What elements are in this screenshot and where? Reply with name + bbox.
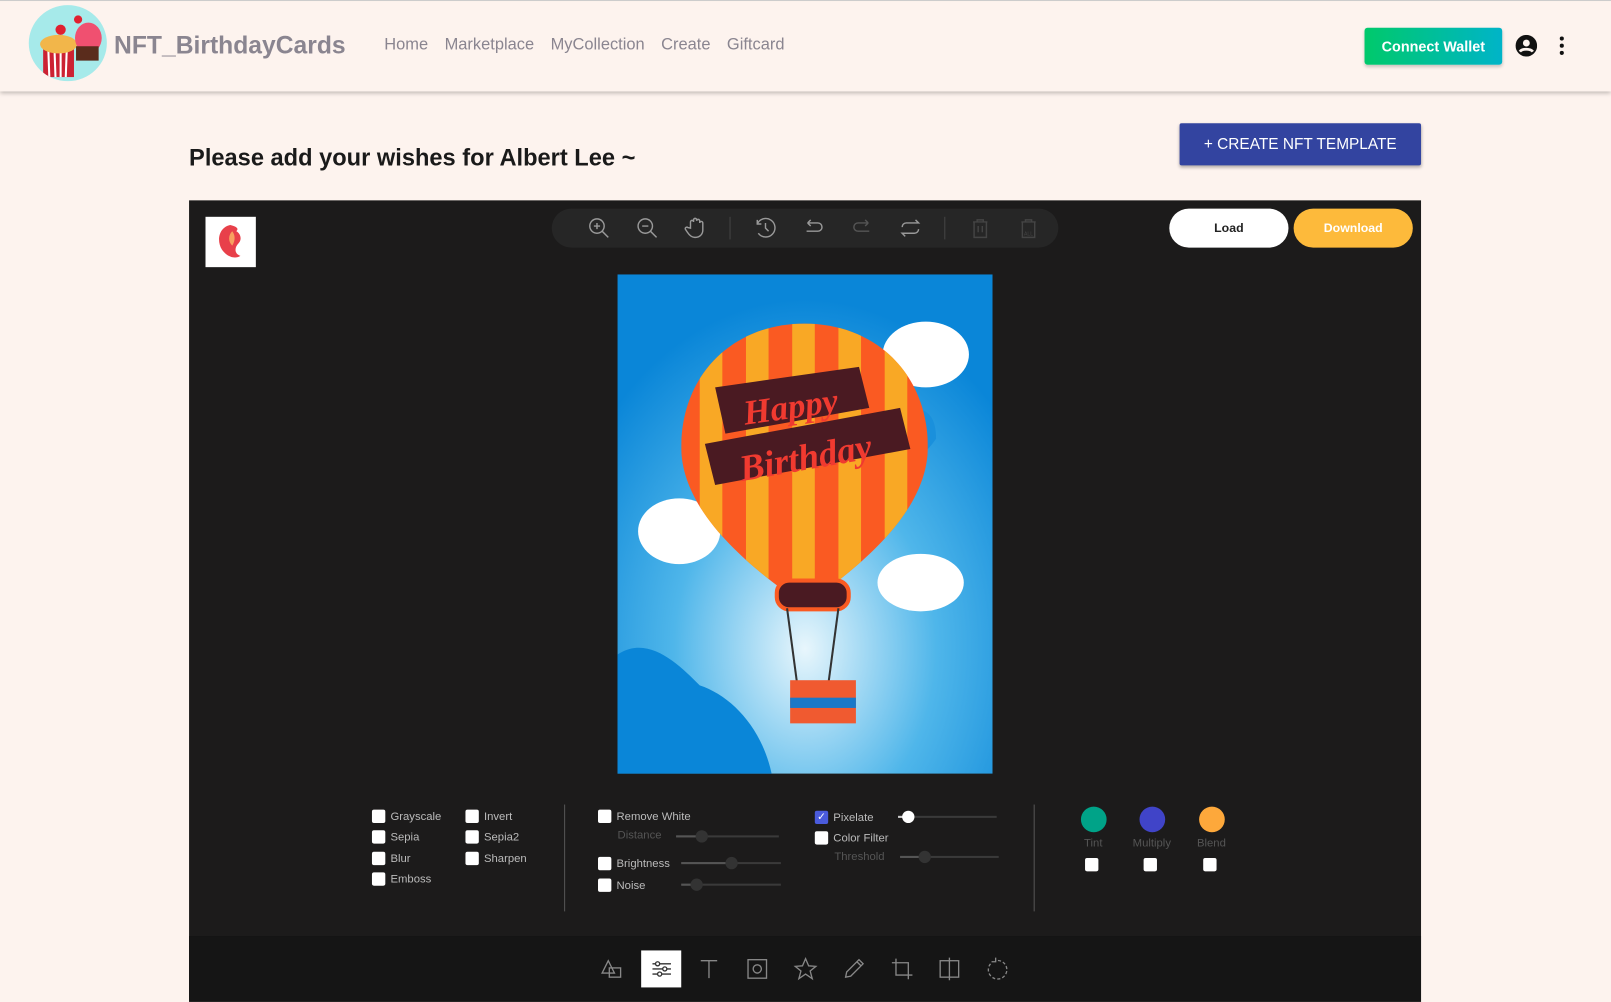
checkbox[interactable] — [598, 878, 612, 892]
delete-all-icon[interactable]: ALL — [1004, 216, 1052, 241]
reset-icon[interactable] — [886, 216, 934, 241]
filter-checkbox-invert[interactable]: Invert — [465, 809, 513, 824]
account-icon[interactable] — [1515, 34, 1538, 57]
divider — [564, 804, 566, 912]
pixelate-checkbox[interactable]: ✓ Pixelate — [814, 810, 874, 825]
birthday-card-image[interactable]: Happy Birthday — [617, 274, 993, 774]
image-editor: ALL Load Download Happy Birthday Graysca… — [189, 200, 1422, 1002]
label: Remove White — [616, 810, 691, 823]
nav-create[interactable]: Create — [661, 36, 710, 54]
multiply-checkbox[interactable] — [1143, 857, 1157, 872]
bottom-toolbar — [189, 936, 1422, 1002]
blend-checkbox[interactable] — [1203, 857, 1217, 872]
label: Pixelate — [833, 811, 874, 824]
load-button[interactable]: Load — [1169, 208, 1289, 248]
distance-slider[interactable] — [676, 830, 779, 843]
distance-label: Distance — [617, 829, 662, 842]
label: Blur — [390, 852, 411, 865]
editor-toolbar: ALL — [551, 208, 1059, 248]
toolbar-divider — [729, 216, 731, 240]
label: Invert — [483, 810, 513, 823]
multiply-label: Multiply — [1132, 837, 1171, 850]
divider — [1033, 804, 1035, 912]
filter-icon[interactable] — [641, 950, 682, 988]
label: Color Filter — [833, 831, 889, 845]
main-nav: Home Marketplace MyCollection Create Gif… — [384, 36, 784, 54]
filter-checkbox-grayscale[interactable]: Grayscale — [371, 809, 442, 824]
history-icon[interactable] — [741, 216, 789, 241]
flip-icon[interactable] — [929, 950, 969, 987]
filter-checkbox-emboss[interactable]: Emboss — [371, 872, 432, 886]
threshold-label: Threshold — [834, 850, 885, 864]
download-button[interactable]: Download — [1293, 208, 1413, 248]
brightness-checkbox[interactable]: Brightness — [598, 856, 670, 871]
filter-checkbox-sharpen[interactable]: Sharpen — [465, 851, 527, 866]
label: Sepia — [390, 830, 420, 844]
text-icon[interactable] — [688, 950, 728, 987]
tint-label: Tint — [1084, 837, 1103, 850]
more-vert-icon[interactable] — [1554, 35, 1570, 57]
blend-color-swatch[interactable] — [1199, 806, 1225, 833]
undo-icon[interactable] — [789, 216, 837, 241]
checkbox[interactable] — [371, 872, 386, 886]
checkbox-checked[interactable]: ✓ — [814, 810, 829, 825]
logo[interactable] — [28, 5, 107, 82]
multiply-color-swatch[interactable] — [1139, 806, 1166, 833]
noise-slider[interactable] — [681, 878, 781, 891]
blend-label: Blend — [1196, 837, 1226, 850]
hand-icon[interactable] — [671, 216, 719, 241]
label: Sepia2 — [483, 830, 520, 844]
redo-icon[interactable] — [837, 216, 885, 241]
checkbox[interactable] — [465, 851, 479, 866]
draw-icon[interactable] — [833, 950, 873, 987]
filter-checkbox-sepia2[interactable]: Sepia2 — [465, 830, 520, 844]
delete-icon[interactable] — [956, 216, 1004, 241]
checkbox[interactable] — [465, 809, 479, 824]
filter-checkbox-blur[interactable]: Blur — [371, 851, 411, 866]
connect-wallet-button[interactable]: Connect Wallet — [1364, 27, 1503, 65]
zoom-in-icon[interactable] — [574, 216, 622, 241]
header: NFT_BirthdayCards Home Marketplace MyCol… — [0, 0, 1611, 92]
rotate-icon[interactable] — [977, 950, 1017, 987]
noise-checkbox[interactable]: Noise — [598, 878, 646, 892]
create-nft-template-button[interactable]: + CREATE NFT TEMPLATE — [1179, 123, 1422, 166]
toolbar-divider — [944, 216, 946, 240]
label: Sharpen — [483, 852, 527, 865]
remove-white-checkbox[interactable]: Remove White — [598, 809, 691, 824]
checkbox[interactable] — [814, 831, 829, 845]
logo-thumbnail — [205, 216, 256, 268]
svg-text:ALL: ALL — [1023, 231, 1032, 237]
checkbox[interactable] — [371, 830, 386, 844]
page-title: Please add your wishes for Albert Lee ~ — [189, 143, 636, 171]
shape-icon[interactable] — [592, 950, 632, 987]
threshold-slider[interactable] — [900, 850, 999, 864]
zoom-out-icon[interactable] — [623, 216, 671, 241]
checkbox[interactable] — [465, 830, 479, 844]
pixelate-slider[interactable] — [898, 810, 997, 824]
tint-checkbox[interactable] — [1085, 857, 1099, 872]
tint-color-swatch[interactable] — [1080, 806, 1107, 833]
label: Grayscale — [390, 810, 442, 823]
nav-mycollection[interactable]: MyCollection — [551, 36, 645, 54]
label: Emboss — [390, 872, 432, 886]
brightness-slider[interactable] — [681, 856, 781, 870]
crop-icon[interactable] — [882, 950, 922, 987]
color-filter-checkbox[interactable]: Color Filter — [814, 831, 889, 845]
filter-checkbox-sepia[interactable]: Sepia — [371, 830, 420, 844]
star-icon[interactable] — [785, 950, 825, 987]
label: Brightness — [616, 857, 670, 870]
mask-icon[interactable] — [737, 950, 777, 987]
checkbox[interactable] — [371, 809, 386, 824]
checkbox[interactable] — [598, 856, 612, 871]
label: Noise — [616, 879, 646, 892]
brand-name[interactable]: NFT_BirthdayCards — [114, 32, 346, 61]
nav-marketplace[interactable]: Marketplace — [445, 36, 535, 54]
nav-home[interactable]: Home — [384, 36, 428, 54]
nav-giftcard[interactable]: Giftcard — [727, 36, 785, 54]
checkbox[interactable] — [371, 851, 386, 866]
checkbox[interactable] — [598, 809, 612, 824]
